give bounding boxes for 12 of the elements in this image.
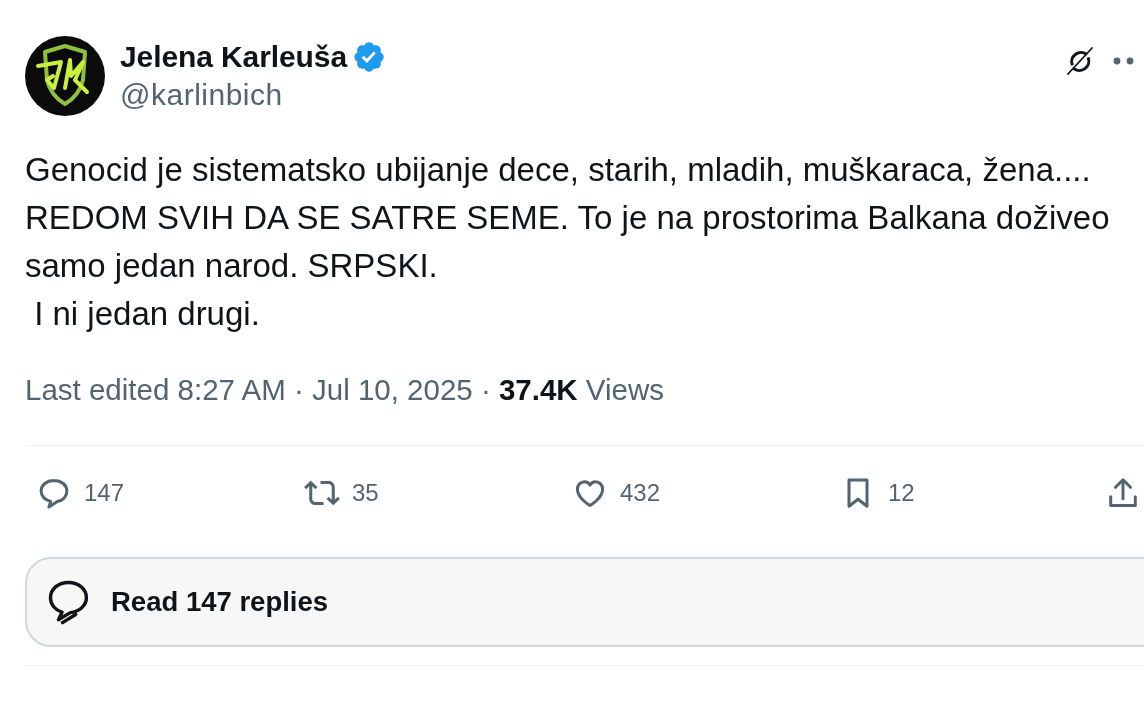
like-button[interactable]: 432 <box>572 469 661 517</box>
repost-button[interactable]: 35 <box>304 469 379 517</box>
user-handle[interactable]: @karlinbich <box>120 76 1065 114</box>
read-replies-button[interactable]: Read 147 replies <box>25 557 1144 647</box>
grok-icon[interactable] <box>1065 46 1095 76</box>
post-meta: Last edited 8:27 AM · Jul 10, 2025 · 37.4K Views <box>25 372 666 408</box>
more-icon[interactable] <box>1113 57 1135 65</box>
post-text: Genocid je sistematsko ubijanje dece, starih, mladih, muškaraca, žena.... REDOM SVIH DA SE SATRE SEME. To je na prostorima Balkana doživeo samo jedan narod. SRPSKI. I ni jedan drugi. <box>25 150 1111 334</box>
author-name[interactable]: Jelena Karleuša <box>120 39 347 75</box>
reply-button[interactable]: 147 <box>36 469 125 517</box>
shield-avatar-icon[interactable] <box>25 36 105 116</box>
bookmark-button[interactable]: 12 <box>840 469 915 517</box>
